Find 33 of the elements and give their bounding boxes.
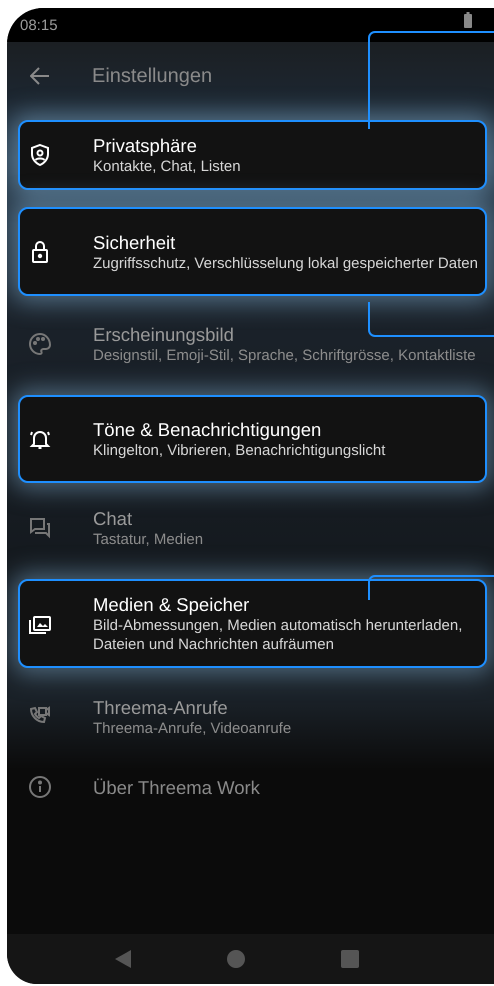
item-subtitle: Tastatur, Medien — [93, 530, 204, 549]
home-circle-icon[interactable] — [227, 950, 245, 968]
settings-item[interactable]: Privatsphäre Kontakte, Chat, Listen — [18, 120, 487, 190]
item-subtitle: Bild-Abmessungen, Medien automatisch herunterladen, Dateien und Nachrichten aufräumen — [93, 616, 464, 654]
item-subtitle: Zugriffsschutz, Verschlüsselung lokal gespeicherter Daten — [93, 254, 478, 272]
item-title: Töne & Benachrichtigungen — [93, 418, 322, 441]
screen-title: Einstellungen — [92, 64, 212, 88]
item-title: Privatsphäre — [93, 134, 198, 157]
settings-item[interactable]: Erscheinungsbild Designstil, Emoji-Stil, Sprache, Schriftgrösse, Kontaktliste — [18, 308, 487, 380]
settings-item[interactable]: Medien & Speicher Bild-Abmessungen, Medien automatisch herunterladen, Dateien und Nachrichten aufräumen — [18, 579, 487, 668]
item-title: Threema-Anrufe — [93, 696, 229, 719]
back-triangle-icon[interactable] — [115, 950, 131, 968]
status-time: 08:15 — [20, 16, 58, 34]
palette-icon — [28, 332, 52, 356]
item-subtitle: Kontakte, Chat, Listen — [93, 157, 241, 176]
item-title: Medien & Speicher — [93, 593, 250, 616]
shield-person-icon — [28, 143, 52, 167]
item-title: Chat — [93, 507, 134, 530]
info-icon — [28, 775, 52, 799]
item-title: Sicherheit — [93, 230, 176, 254]
item-title: Über Threema Work — [93, 776, 260, 798]
item-subtitle: Klingelton, Vibrieren, Benachrichtigungslicht — [93, 441, 386, 460]
settings-item[interactable]: Sicherheit Zugriffsschutz, Verschlüsselung lokal gespeicherter Daten — [18, 207, 487, 296]
battery-icon — [464, 12, 472, 28]
item-title: Erscheinungsbild — [93, 323, 235, 346]
settings-item[interactable]: Chat Tastatur, Medien — [18, 493, 487, 563]
item-subtitle: Designstil, Emoji-Stil, Sprache, Schriftgrösse, Kontaktliste — [93, 346, 476, 365]
chat-bubbles-icon — [28, 516, 52, 540]
back-arrow-icon[interactable] — [30, 67, 50, 85]
settings-item[interactable]: Über Threema Work — [18, 756, 487, 818]
settings-item[interactable]: Töne & Benachrichtigungen Klingelton, Vibrieren, Benachrichtigungslicht — [18, 395, 487, 483]
settings-item[interactable]: Threema-Anrufe Threema-Anrufe, Videoanrufe — [18, 682, 487, 752]
item-subtitle: Threema-Anrufe, Videoanrufe — [93, 719, 292, 738]
